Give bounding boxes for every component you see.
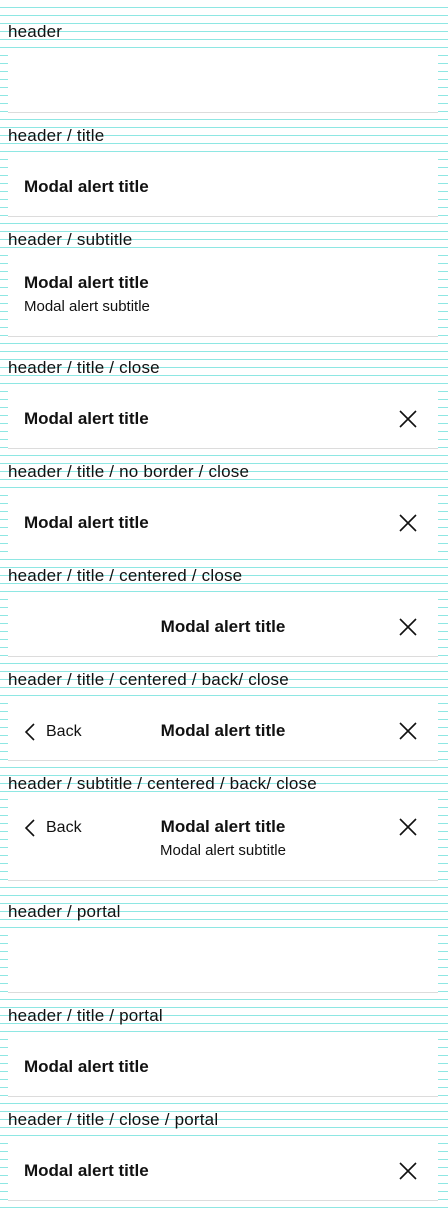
close-button[interactable] bbox=[398, 617, 418, 637]
close-button[interactable] bbox=[398, 721, 418, 741]
section-label-header-title: header / title bbox=[8, 126, 105, 145]
modal-subtitle: Modal alert subtitle bbox=[24, 298, 150, 315]
header-title: Modal alert title bbox=[8, 152, 438, 217]
header-subtitle: Modal alert title Modal alert subtitle bbox=[8, 248, 438, 337]
modal-title: Modal alert title bbox=[24, 273, 149, 292]
section-label-header-title-centered-close: header / title / centered / close bbox=[8, 566, 243, 585]
section-label-header-title-noborder-close: header / title / no border / close bbox=[8, 462, 250, 481]
close-icon bbox=[399, 618, 417, 636]
header-subtitle-centered-back-close: Back Modal alert title Modal alert subti… bbox=[8, 792, 438, 881]
header-title-close-portal: Modal alert title bbox=[8, 1136, 438, 1201]
modal-subtitle: Modal alert subtitle bbox=[160, 842, 286, 859]
close-icon bbox=[399, 818, 417, 836]
modal-title: Modal alert title bbox=[24, 513, 149, 532]
close-icon bbox=[399, 410, 417, 428]
close-icon bbox=[399, 722, 417, 740]
modal-title: Modal alert title bbox=[24, 1057, 149, 1076]
modal-title: Modal alert title bbox=[24, 177, 149, 196]
close-button[interactable] bbox=[398, 817, 418, 837]
modal-title: Modal alert title bbox=[160, 721, 286, 740]
modal-title: Modal alert title bbox=[24, 409, 149, 428]
close-button[interactable] bbox=[398, 513, 418, 533]
close-button[interactable] bbox=[398, 1161, 418, 1181]
section-label-header-title-portal: header / title / portal bbox=[8, 1006, 163, 1025]
section-label-header: header bbox=[8, 22, 63, 41]
header-empty bbox=[8, 48, 438, 113]
header-portal bbox=[8, 928, 438, 993]
header-title-portal: Modal alert title bbox=[8, 1032, 438, 1097]
header-title-centered-back-close: Back Modal alert title bbox=[8, 696, 438, 761]
close-icon bbox=[399, 1162, 417, 1180]
close-button[interactable] bbox=[398, 409, 418, 429]
header-title-close: Modal alert title bbox=[8, 384, 438, 449]
section-label-header-title-centered-back-close: header / title / centered / back/ close bbox=[8, 670, 289, 689]
section-label-header-title-close-portal: header / title / close / portal bbox=[8, 1110, 219, 1129]
modal-title: Modal alert title bbox=[160, 617, 286, 636]
modal-title: Modal alert title bbox=[160, 817, 286, 836]
section-label-header-portal: header / portal bbox=[8, 902, 121, 921]
header-title-noborder-close: Modal alert title bbox=[8, 488, 438, 552]
header-title-centered-close: Modal alert title bbox=[8, 592, 438, 657]
close-icon bbox=[399, 514, 417, 532]
section-label-header-title-close: header / title / close bbox=[8, 358, 160, 377]
modal-title: Modal alert title bbox=[24, 1161, 149, 1180]
